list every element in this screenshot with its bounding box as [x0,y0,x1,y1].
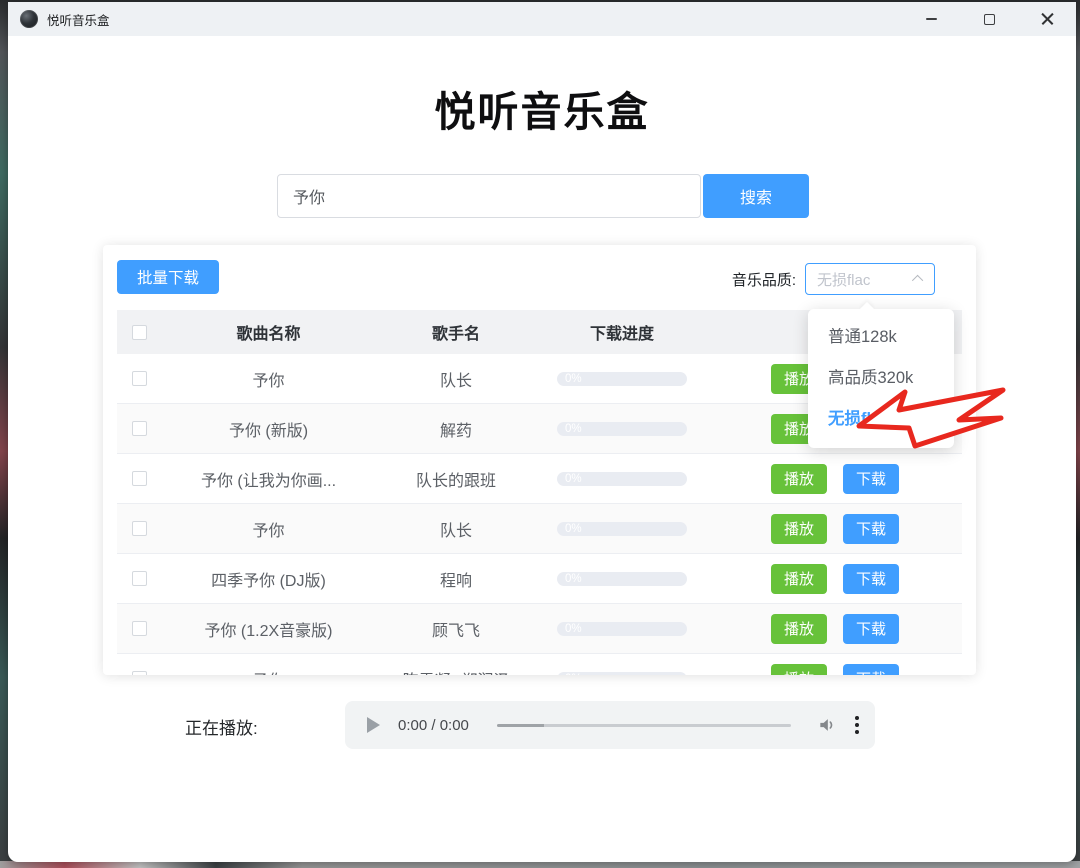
close-button[interactable] [1018,2,1076,36]
quality-select-value: 无损flac [817,269,870,290]
row-checkbox[interactable] [132,471,147,486]
play-button[interactable]: 播放 [771,564,827,594]
table-row: 予你 陈雪凝&郑润泽 0% 播放 下载 [117,654,962,675]
song-name: 予你 (1.2X音豪版) [161,617,376,641]
quality-select[interactable]: 无损flac [805,263,935,295]
audio-play-icon[interactable] [367,717,380,733]
minimize-icon [926,18,937,20]
row-checkbox[interactable] [132,571,147,586]
play-button[interactable]: 播放 [771,464,827,494]
progress-bar: 0% [557,672,687,676]
audio-player: 0:00 / 0:00 [345,701,875,749]
quality-label: 音乐品质: [732,269,796,290]
row-checkbox[interactable] [132,671,147,675]
row-checkbox[interactable] [132,521,147,536]
audio-more-icon[interactable] [855,716,859,734]
maximize-icon [984,14,995,25]
row-checkbox[interactable] [132,621,147,636]
audio-time: 0:00 / 0:00 [398,717,469,734]
select-all-checkbox[interactable] [132,325,147,340]
desktop-background-bottom [0,861,1080,868]
play-button[interactable]: 播放 [771,614,827,644]
row-checkbox[interactable] [132,371,147,386]
download-button[interactable]: 下载 [843,664,899,676]
row-checkbox[interactable] [132,421,147,436]
chevron-up-icon [912,275,923,286]
artist-name: 队长 [376,517,536,541]
quality-dropdown-menu: 普通128k 高品质320k 无损flac [808,309,954,448]
batch-download-button[interactable]: 批量下载 [117,260,219,294]
artist-name: 顾飞飞 [376,617,536,641]
titlebar-app-title: 悦听音乐盒 [47,10,110,29]
quality-option-320k[interactable]: 高品质320k [808,358,954,399]
window-controls [902,2,1076,36]
progress-bar: 0% [557,522,687,536]
song-name: 予你 [161,517,376,541]
quality-option-128k[interactable]: 普通128k [808,317,954,358]
table-row: 予你 队长 0% 播放 下载 [117,504,962,554]
now-playing-label: 正在播放: [185,714,258,739]
download-button[interactable]: 下载 [843,614,899,644]
quality-option-flac[interactable]: 无损flac [808,399,954,440]
volume-icon[interactable] [817,715,837,735]
header-song: 歌曲名称 [161,320,376,344]
progress-bar: 0% [557,422,687,436]
progress-bar: 0% [557,472,687,486]
search-button[interactable]: 搜索 [703,174,809,218]
search-input[interactable] [277,174,701,218]
artist-name: 陈雪凝&郑润泽 [376,667,536,676]
close-icon [1041,13,1054,26]
progress-bar: 0% [557,622,687,636]
minimize-button[interactable] [902,2,960,36]
artist-name: 解药 [376,417,536,441]
progress-bar: 0% [557,572,687,586]
maximize-button[interactable] [960,2,1018,36]
audio-seekbar[interactable] [497,724,791,727]
song-name: 予你 [161,667,376,676]
song-name: 四季予你 (DJ版) [161,567,376,591]
table-row: 四季予你 (DJ版) 程响 0% 播放 下载 [117,554,962,604]
page-title: 悦听音乐盒 [8,78,1076,138]
download-button[interactable]: 下载 [843,564,899,594]
download-button[interactable]: 下载 [843,514,899,544]
search-bar: 搜索 [277,174,809,218]
artist-name: 队长 [376,367,536,391]
artist-name: 程响 [376,567,536,591]
app-window: 悦听音乐盒 悦听音乐盒 搜索 批量下载 音乐品质: 无损flac 歌曲名称 歌手… [8,2,1076,862]
titlebar: 悦听音乐盒 [8,2,1076,36]
table-row: 予你 (1.2X音豪版) 顾飞飞 0% 播放 下载 [117,604,962,654]
header-progress: 下载进度 [536,320,708,344]
header-artist: 歌手名 [376,320,536,344]
song-name: 予你 (新版) [161,417,376,441]
artist-name: 队长的跟班 [376,467,536,491]
table-row: 予你 (让我为你画... 队长的跟班 0% 播放 下载 [117,454,962,504]
song-name: 予你 [161,367,376,391]
song-name: 予你 (让我为你画... [161,467,376,491]
play-button[interactable]: 播放 [771,514,827,544]
download-button[interactable]: 下载 [843,464,899,494]
quality-control: 音乐品质: 无损flac [732,263,935,295]
app-logo-icon [20,10,38,28]
play-button[interactable]: 播放 [771,664,827,676]
progress-bar: 0% [557,372,687,386]
